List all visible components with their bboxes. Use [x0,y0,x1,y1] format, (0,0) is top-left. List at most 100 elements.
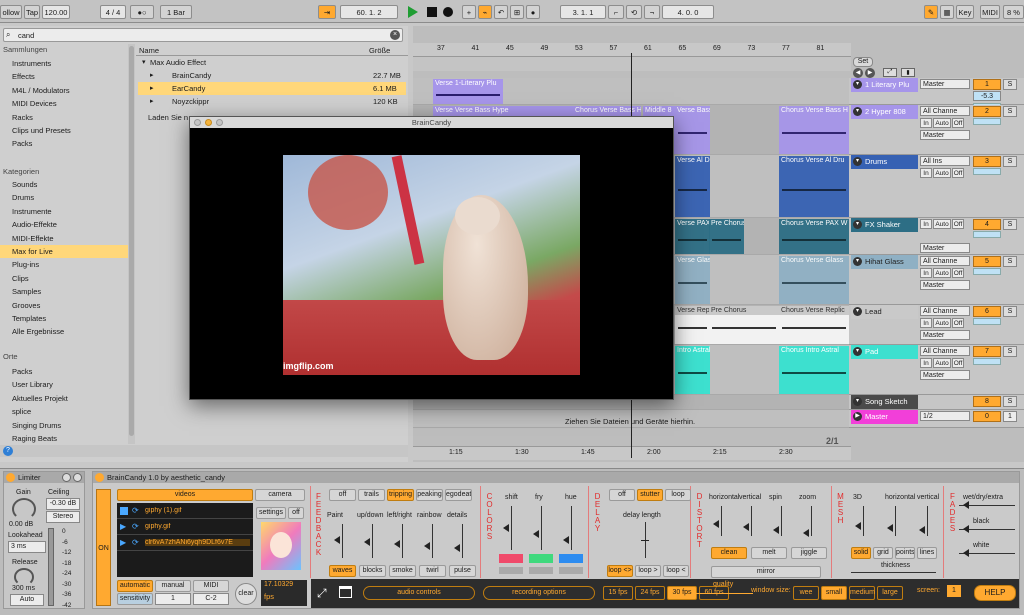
feedback-style-button[interactable]: pulse [449,565,476,577]
loop-start-field[interactable]: 3. 1. 1 [560,5,606,19]
mesh-render-button[interactable]: points [895,547,915,559]
color-swatch-gray1[interactable] [499,567,523,574]
name-column-header[interactable]: Name [139,46,159,55]
loop-length-field[interactable]: 4. 0. 0 [662,5,714,19]
feedback-mode-button[interactable]: trails [358,489,385,501]
volume-meter[interactable] [973,318,1001,325]
expand-triangle-icon[interactable]: ▾ [142,56,146,69]
fold-chevron-icon[interactable]: ▾ [853,347,862,356]
delay-loop-button[interactable]: loop > [635,565,661,577]
window-size-option[interactable]: medium [849,586,875,600]
collection-item[interactable]: Clips und Presets [0,124,128,137]
mesh-slider[interactable] [887,506,896,536]
arrangement-clip[interactable]: Verse Repl [675,306,710,344]
punch-out-icon[interactable]: ¬ [644,5,660,19]
help-button[interactable]: HELP [974,585,1016,601]
fold-chevron-icon[interactable]: ▾ [853,397,862,406]
arrangement-clip[interactable]: Chorus Verse Replic [779,306,849,344]
monitor-button[interactable]: Auto [933,219,951,229]
solo-button[interactable]: S [1003,106,1017,117]
set-button[interactable]: Set [853,57,873,67]
arrangement-clip[interactable]: Pre Chorus [709,219,744,254]
output-select[interactable]: Master [920,130,970,140]
track-number-button[interactable]: 7 [973,346,1001,357]
color-slider[interactable] [503,506,512,550]
output-select[interactable]: Master [920,280,970,290]
category-item[interactable]: Samples [0,285,128,298]
monitor-button[interactable]: In [920,219,932,229]
track-number-button[interactable]: 3 [973,156,1001,167]
automatic-button[interactable]: automatic [117,580,153,592]
feedback-slider[interactable] [364,524,373,558]
fold-chevron-icon[interactable]: ▾ [853,307,862,316]
video-filename[interactable]: giphy (1).gif [145,507,250,514]
monitor-button[interactable]: Off [952,118,964,128]
input-select[interactable]: All Channe [920,346,970,356]
reenable-automation-icon[interactable]: ↶ [494,5,508,19]
arrangement-record-icon[interactable]: ⇥ [318,5,336,19]
window-size-option[interactable]: wee [793,586,819,600]
feedback-slider[interactable] [334,524,343,558]
window-size-option[interactable]: large [877,586,903,600]
forward-icon[interactable]: ▶ [865,68,875,78]
tap-button[interactable]: Tap [24,5,40,19]
feedback-mode-button[interactable]: egodeath [445,489,472,501]
monitor-button[interactable]: In [920,168,932,178]
track-name[interactable]: Lead ▾ [851,305,918,319]
input-select[interactable]: Master [920,79,970,89]
track-name[interactable]: Hihat Glass ▾ [851,255,918,269]
back-icon[interactable]: ◀ [853,68,863,78]
file-row[interactable]: ▸ BrainCandy 22.7 MB [138,69,406,82]
distort-slider[interactable] [743,506,752,536]
solo-button[interactable]: S [1003,219,1017,230]
fold-chevron-icon[interactable]: ▾ [853,157,862,166]
color-swatch-gray2[interactable] [529,567,553,574]
fps-option[interactable]: 15 fps [603,586,633,600]
arrangement-clip[interactable]: Chorus Verse PAX W [779,219,849,254]
browser-search[interactable]: ⌕ cand × [3,28,403,42]
size-column-header[interactable]: Größe [369,46,390,55]
monitor-button[interactable]: Auto [933,318,951,328]
track-number-button[interactable]: 2 [973,106,1001,117]
output-select[interactable]: Master [920,370,970,380]
monitor-button[interactable]: Auto [933,168,951,178]
settings-button[interactable]: settings [256,507,286,519]
feedback-mode-button[interactable]: off [329,489,356,501]
color-swatch-red[interactable] [499,554,523,563]
fps-option[interactable]: 24 fps [635,586,665,600]
signature-field[interactable]: 4 / 4 [100,5,126,19]
stop-icon[interactable] [427,7,437,17]
fold-chevron-icon[interactable]: ▾ [853,107,862,116]
arrangement-clip[interactable]: Pre Chorus [709,306,779,344]
fps-option[interactable]: 30 fps [667,586,697,600]
track-name[interactable]: Pad ▾ [851,345,918,359]
videos-tab[interactable]: videos [117,489,253,501]
category-item[interactable]: Audio-Effekte [0,218,128,231]
fold-chevron-icon[interactable]: ▾ [853,80,862,89]
arrangement-clip[interactable]: Chorus Verse Al Dru [779,156,849,217]
tempo-field[interactable]: 120.00 [42,5,70,19]
collection-item[interactable]: Effects [0,70,128,83]
loop-icon[interactable]: ⟳ [132,506,139,515]
track-name[interactable]: 1 Literary Plu ▾ [851,78,918,92]
sensitivity-field[interactable]: 1 [155,593,191,605]
on-button[interactable]: ON [96,489,111,606]
delay-mode-button[interactable]: loop [665,489,691,501]
arrangement-clip[interactable]: Verse Bass [675,106,710,154]
monitor-button[interactable]: Auto [933,118,951,128]
feedback-mode-button[interactable]: tripping [387,489,414,501]
mesh-slider[interactable] [919,506,928,536]
arrangement-clip[interactable]: Chorus Verse Bass H [779,106,849,154]
loop-brace[interactable] [413,57,851,71]
delay-mode-button[interactable]: stutter [637,489,663,501]
monitor-button[interactable]: Off [952,168,964,178]
monitor-button[interactable]: Auto [933,358,951,368]
expand-triangle-icon[interactable]: ▸ [150,82,154,95]
monitor-button[interactable]: Off [952,358,964,368]
key-map-button[interactable]: Key [956,5,974,19]
track-number-button[interactable]: 1 [973,79,1001,90]
category-item[interactable]: Sounds [0,178,128,191]
thickness-slider[interactable] [851,572,936,573]
category-item[interactable]: Alle Ergebnisse [0,325,128,338]
file-row[interactable]: ▸ Noyzckippr 120 KB [138,95,406,108]
